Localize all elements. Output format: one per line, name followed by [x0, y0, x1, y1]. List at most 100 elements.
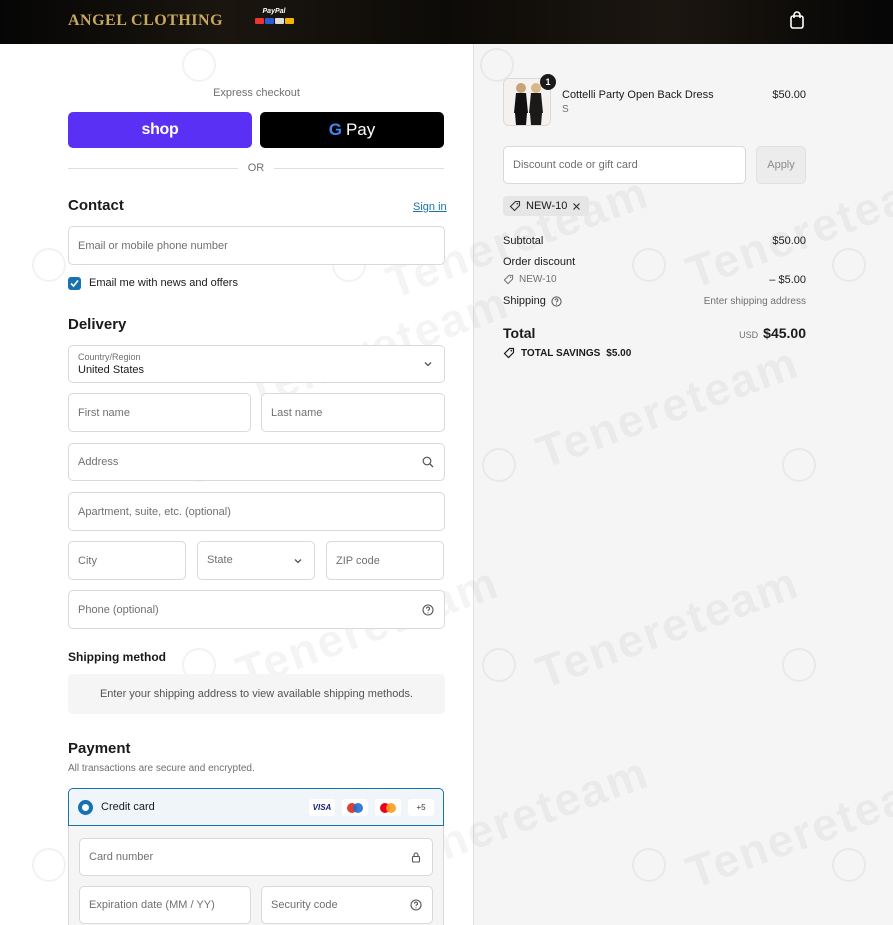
order-discount-label: Order discount: [503, 256, 576, 268]
expiration-placeholder: Expiration date (MM / YY): [89, 899, 215, 911]
total-savings-row: TOTAL SAVINGS $5.00: [503, 347, 631, 359]
currency-code: USD: [739, 330, 759, 340]
security-code-field[interactable]: Security code: [261, 886, 433, 924]
payment-subtitle: All transactions are secure and encrypte…: [68, 763, 255, 774]
state-placeholder: State: [207, 554, 233, 566]
close-icon[interactable]: [572, 202, 581, 211]
expiration-date-field[interactable]: Expiration date (MM / YY): [79, 886, 251, 924]
watermark-seal-icon: [32, 248, 66, 282]
address-placeholder: Address: [78, 456, 119, 468]
security-code-placeholder: Security code: [271, 899, 338, 911]
google-pay-label: Pay: [345, 120, 376, 139]
first-name-placeholder: First name: [78, 406, 130, 419]
payment-heading: Payment: [68, 740, 131, 757]
applied-discount-chip: NEW-10: [503, 196, 590, 216]
product-price: $50.00: [772, 89, 806, 101]
help-circle-icon[interactable]: [551, 295, 562, 307]
country-label: Country/Region: [78, 352, 141, 362]
subtotal-value: $50.00: [772, 235, 806, 247]
tag-icon: [509, 200, 521, 212]
newsletter-checkbox[interactable]: [68, 277, 81, 290]
phone-field[interactable]: Phone (optional): [68, 590, 445, 629]
credit-card-label: Credit card: [101, 801, 155, 813]
applied-code: NEW-10: [526, 200, 568, 212]
help-circle-icon[interactable]: [422, 603, 434, 616]
country-value: United States: [78, 364, 145, 376]
brand-logo[interactable]: ANGEL CLOTHING: [68, 12, 223, 30]
apply-label: Apply: [767, 159, 795, 171]
savings-label: TOTAL SAVINGS: [521, 347, 601, 359]
more-cards-badge: +5: [408, 799, 434, 816]
total-value: $45.00: [763, 325, 806, 341]
card-logos-icon: [253, 18, 295, 24]
shop-pay-button[interactable]: shop: [68, 112, 252, 148]
subtotal-label: Subtotal: [503, 235, 544, 247]
discount-code: NEW-10: [519, 274, 557, 285]
visa-icon: VISA: [309, 799, 335, 816]
apply-discount-button[interactable]: Apply: [756, 146, 806, 184]
phone-placeholder: Phone (optional): [78, 603, 159, 616]
city-placeholder: City: [78, 554, 97, 567]
header-bar: ANGEL CLOTHING PayPal: [0, 0, 893, 44]
google-pay-button[interactable]: G Pay: [260, 112, 444, 148]
card-number-field[interactable]: Card number: [79, 838, 433, 876]
visa-label: VISA: [312, 803, 332, 812]
card-number-placeholder: Card number: [89, 851, 154, 863]
search-icon[interactable]: [422, 456, 434, 468]
shipping-row: Shipping: [503, 295, 562, 307]
last-name-field[interactable]: Last name: [261, 393, 445, 432]
email-placeholder: Email or mobile phone number: [78, 239, 228, 252]
quantity-badge: 1: [540, 74, 556, 90]
discount-code-row: NEW-10: [503, 274, 557, 285]
zip-placeholder: ZIP code: [336, 554, 380, 567]
or-separator: OR: [247, 162, 265, 174]
state-select[interactable]: State: [197, 541, 315, 580]
shipping-value: Enter shipping address: [703, 296, 806, 307]
shipping-label: Shipping: [503, 295, 546, 307]
credit-card-radio[interactable]: [78, 800, 93, 815]
google-g-icon: G: [328, 120, 342, 139]
shopping-bag-icon[interactable]: [789, 11, 805, 29]
discount-code-field[interactable]: Discount code or gift card: [503, 146, 746, 184]
divider: [68, 168, 238, 169]
shop-pay-label: shop: [141, 121, 179, 138]
country-select[interactable]: Country/Region United States: [68, 345, 445, 383]
product-name: Cottelli Party Open Back Dress: [562, 89, 714, 101]
checkmark-icon: [70, 279, 79, 288]
watermark-seal-icon: [32, 848, 66, 882]
tag-icon: [503, 347, 515, 359]
paypal-logo: PayPal: [253, 8, 295, 30]
discount-value: – $5.00: [769, 274, 806, 286]
total-row: USD $45.00: [660, 325, 806, 341]
shipping-method-message: Enter your shipping address to view avai…: [99, 688, 414, 700]
last-name-placeholder: Last name: [271, 406, 323, 419]
shipping-method-placeholder-box: Enter your shipping address to view avai…: [68, 674, 445, 714]
product-variant: S: [562, 104, 569, 115]
divider: [274, 168, 444, 169]
delivery-heading: Delivery: [68, 316, 127, 333]
more-cards-count: +5: [416, 803, 426, 812]
zip-code-field[interactable]: ZIP code: [326, 541, 444, 580]
help-circle-icon[interactable]: [410, 899, 422, 911]
address-field[interactable]: Address: [68, 443, 445, 481]
chevron-down-icon: [294, 558, 302, 563]
total-label: Total: [503, 325, 536, 341]
express-checkout-title: Express checkout: [213, 87, 300, 99]
chevron-down-icon: [424, 362, 432, 367]
mastercard-icon: [375, 799, 401, 816]
sign-in-link[interactable]: Sign in: [413, 201, 447, 213]
shipping-method-heading: Shipping method: [68, 650, 166, 664]
first-name-field[interactable]: First name: [68, 393, 251, 432]
lock-icon: [411, 852, 421, 863]
discount-placeholder: Discount code or gift card: [513, 159, 638, 171]
city-field[interactable]: City: [68, 541, 186, 580]
maestro-icon: [342, 799, 368, 816]
email-field[interactable]: Email or mobile phone number: [68, 226, 445, 265]
newsletter-label: Email me with news and offers: [89, 277, 238, 289]
tag-icon: [503, 274, 514, 285]
apartment-field[interactable]: Apartment, suite, etc. (optional): [68, 492, 445, 531]
apartment-placeholder: Apartment, suite, etc. (optional): [78, 505, 231, 518]
savings-value: $5.00: [606, 347, 632, 359]
credit-card-option[interactable]: Credit card VISA +5: [68, 788, 444, 826]
contact-heading: Contact: [68, 197, 124, 214]
